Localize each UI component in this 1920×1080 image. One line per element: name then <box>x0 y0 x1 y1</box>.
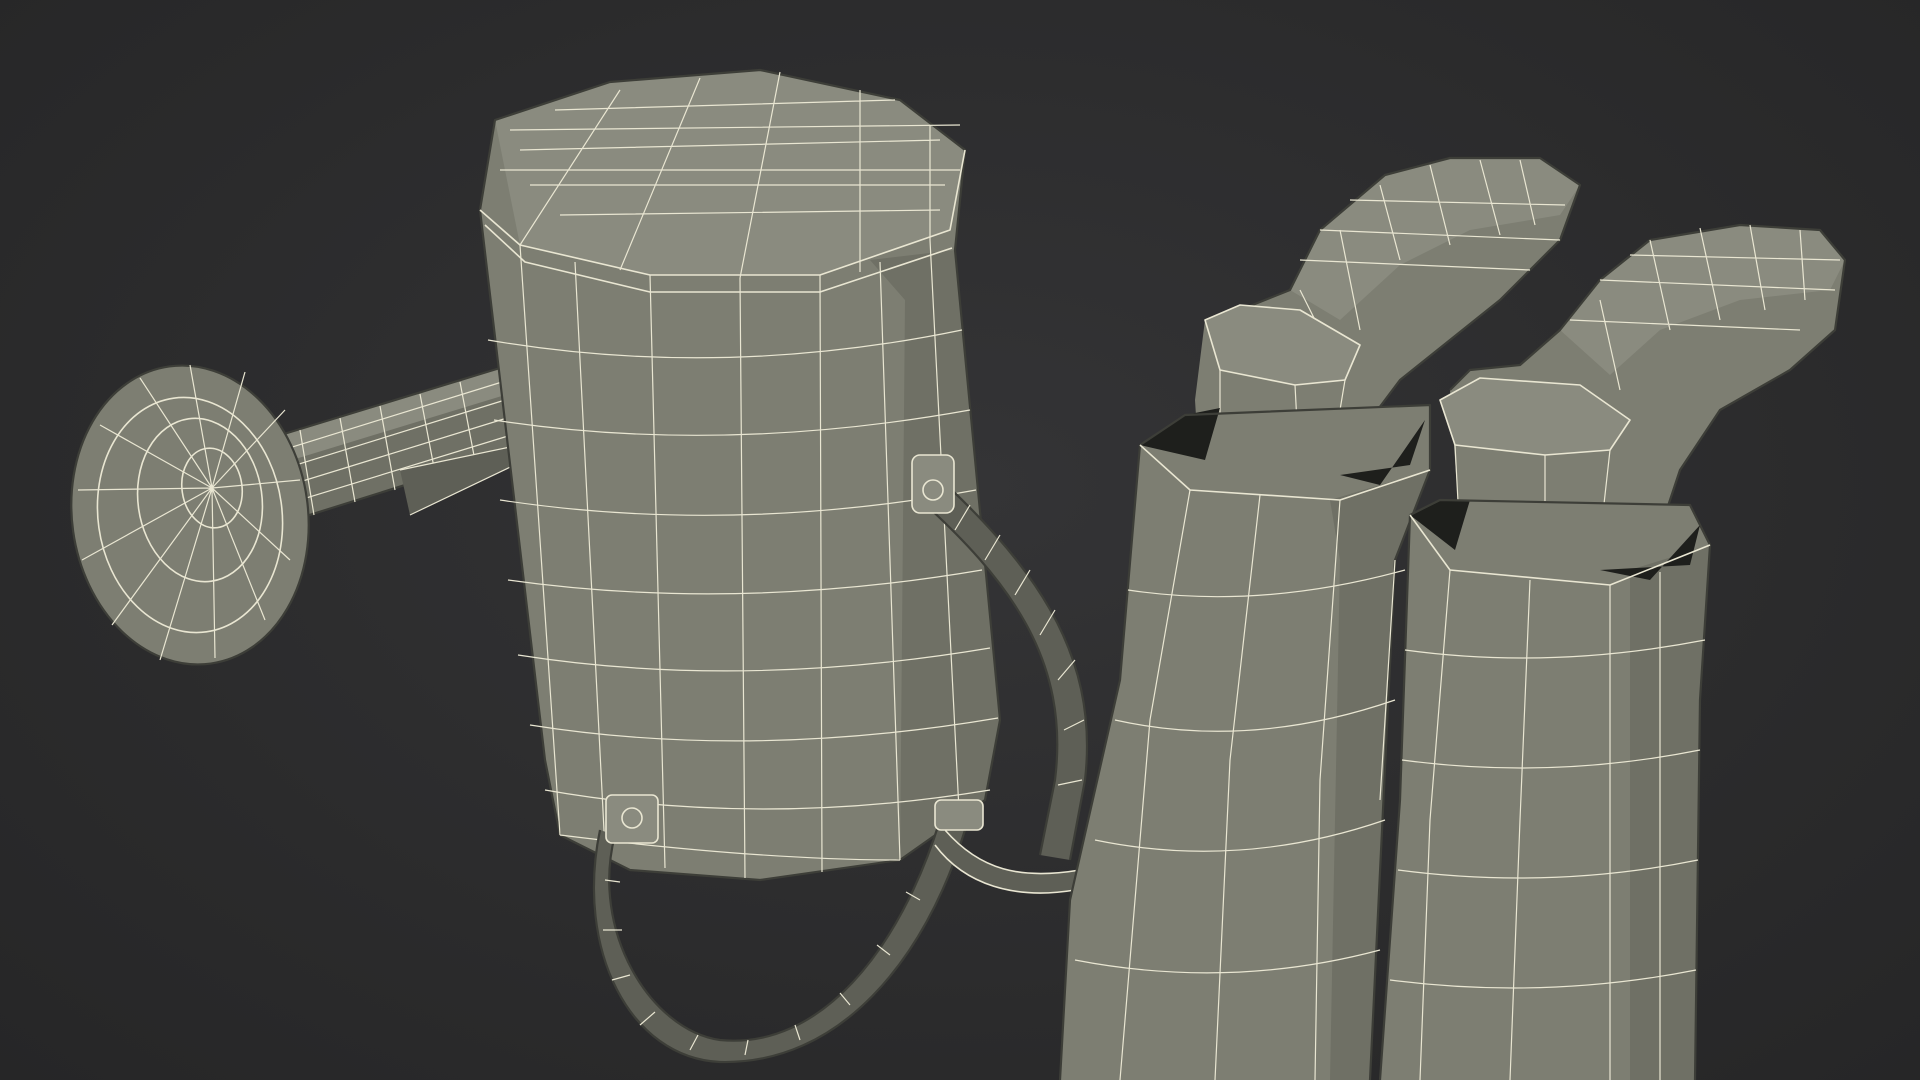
watering-can <box>70 68 1089 1064</box>
boot-right <box>1378 223 1847 1080</box>
wireframe-render <box>70 68 1847 1080</box>
watering-can-rose <box>70 364 310 666</box>
render-viewport <box>0 0 1920 1080</box>
